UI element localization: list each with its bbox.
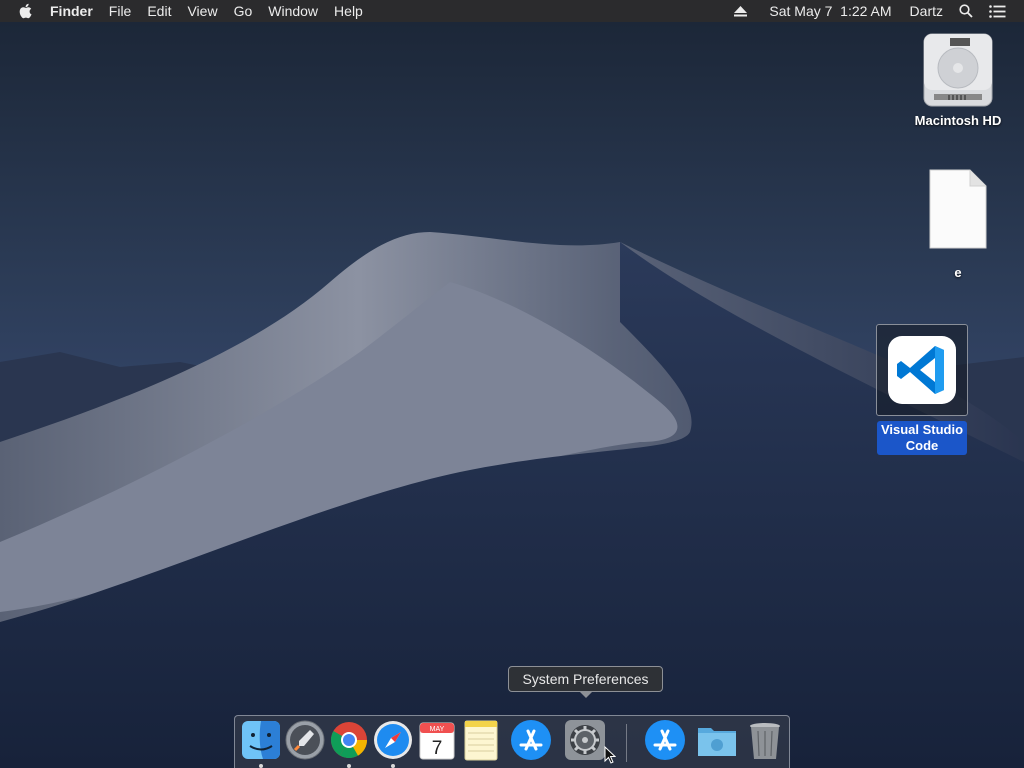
safari-icon bbox=[374, 721, 412, 759]
dock-item-notes[interactable] bbox=[459, 718, 503, 762]
hard-drive-icon bbox=[923, 33, 993, 107]
downloads-folder-icon bbox=[698, 728, 736, 756]
menu-edit[interactable]: Edit bbox=[139, 0, 179, 22]
running-indicator bbox=[347, 764, 351, 768]
mouse-cursor-icon bbox=[604, 746, 616, 764]
menu-user[interactable]: Dartz bbox=[900, 0, 951, 22]
menu-view[interactable]: View bbox=[179, 0, 225, 22]
dock-item-downloads[interactable] bbox=[695, 718, 739, 762]
notification-center-icon[interactable] bbox=[981, 4, 1014, 18]
document-icon bbox=[929, 169, 987, 249]
dock-item-app-store-2[interactable] bbox=[643, 718, 687, 762]
selection-highlight bbox=[876, 324, 968, 416]
menu-window[interactable]: Window bbox=[260, 0, 326, 22]
dock-tooltip: System Preferences bbox=[508, 666, 663, 698]
system-preferences-icon bbox=[565, 720, 605, 760]
menu-go[interactable]: Go bbox=[226, 0, 261, 22]
menu-app-name[interactable]: Finder bbox=[42, 0, 101, 22]
trash-icon bbox=[750, 723, 780, 759]
launchpad-icon bbox=[285, 720, 325, 760]
dock-item-safari[interactable] bbox=[371, 718, 415, 768]
desktop-icon-label-selected: Visual Studio Code bbox=[876, 421, 968, 455]
calendar-day: 7 bbox=[432, 738, 443, 759]
desktop-icon-file-e[interactable]: e bbox=[906, 168, 1010, 281]
dock-item-finder[interactable] bbox=[239, 718, 283, 768]
running-indicator bbox=[391, 764, 395, 768]
running-indicator bbox=[259, 764, 263, 768]
eject-icon[interactable] bbox=[726, 5, 755, 17]
calendar-month: MAY bbox=[430, 726, 445, 733]
menu-bar: Finder File Edit View Go Window Help Sat… bbox=[0, 0, 1024, 22]
desktop-icon-visual-studio-code[interactable]: Visual Studio Code bbox=[872, 324, 972, 455]
app-store-icon bbox=[511, 720, 551, 760]
notes-icon bbox=[464, 720, 498, 761]
dock-item-trash[interactable] bbox=[743, 718, 787, 762]
app-store-icon bbox=[645, 720, 685, 760]
dock-item-launchpad[interactable] bbox=[283, 718, 327, 762]
finder-icon bbox=[242, 721, 280, 759]
dock-separator bbox=[626, 724, 627, 762]
dock: MAY 7 bbox=[234, 715, 790, 768]
desktop-wallpaper bbox=[0, 22, 1024, 768]
spotlight-search-icon[interactable] bbox=[951, 4, 981, 18]
apple-logo-icon[interactable] bbox=[0, 3, 42, 19]
menu-clock[interactable]: Sat May 7 1:22 AM bbox=[755, 0, 899, 22]
desktop-icon-macintosh-hd[interactable]: Macintosh HD bbox=[906, 30, 1010, 129]
desktop-icon-label: e bbox=[954, 265, 962, 280]
desktop-icon-label: Macintosh HD bbox=[914, 113, 1002, 128]
dock-item-calendar[interactable]: MAY 7 bbox=[415, 718, 459, 762]
vscode-icon bbox=[888, 336, 956, 404]
chrome-icon bbox=[330, 722, 367, 759]
dock-item-app-store[interactable] bbox=[509, 718, 553, 762]
dock-item-system-preferences[interactable] bbox=[563, 718, 607, 762]
dock-item-chrome[interactable] bbox=[327, 718, 371, 768]
menu-help[interactable]: Help bbox=[326, 0, 371, 22]
menu-file[interactable]: File bbox=[101, 0, 140, 22]
calendar-icon: MAY 7 bbox=[419, 722, 455, 760]
